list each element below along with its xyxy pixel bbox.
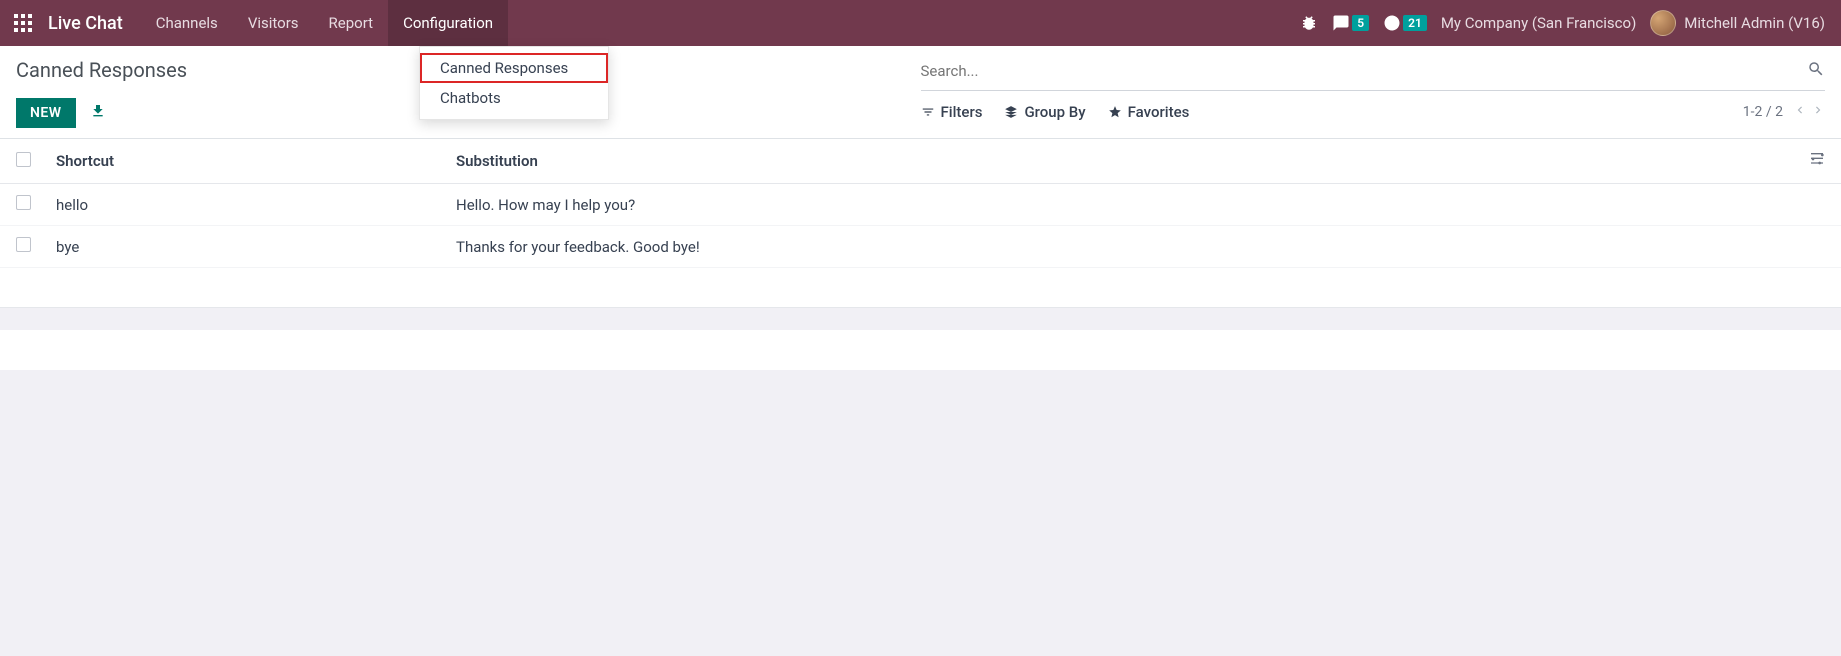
cell-shortcut: hello	[46, 184, 446, 226]
toolbar-row: Filters Group By Favorites 1-2 / 2	[921, 103, 1826, 121]
cell-shortcut: bye	[46, 226, 446, 268]
user-name: Mitchell Admin (V16)	[1684, 14, 1825, 32]
bottom-strip	[0, 330, 1841, 370]
list-table: Shortcut Substitution hello Hello. How m…	[0, 139, 1841, 268]
new-button[interactable]: NEW	[16, 98, 76, 128]
row-checkbox[interactable]	[16, 237, 31, 252]
col-header-substitution[interactable]: Substitution	[446, 139, 1795, 184]
filters-button[interactable]: Filters	[921, 103, 983, 121]
groupby-label: Group By	[1024, 103, 1085, 121]
table-row[interactable]: bye Thanks for your feedback. Good bye!	[0, 226, 1841, 268]
dropdown-item-chatbots[interactable]: Chatbots	[420, 83, 608, 113]
search-row	[921, 58, 1826, 91]
col-header-shortcut[interactable]: Shortcut	[46, 139, 446, 184]
nav-item-channels[interactable]: Channels	[141, 0, 233, 46]
table-row[interactable]: hello Hello. How may I help you?	[0, 184, 1841, 226]
pager-next-icon[interactable]	[1811, 103, 1825, 121]
cell-substitution: Hello. How may I help you?	[446, 184, 1795, 226]
activities-badge: 21	[1403, 15, 1427, 31]
favorites-label: Favorites	[1128, 103, 1190, 121]
row-checkbox[interactable]	[16, 195, 31, 210]
company-selector[interactable]: My Company (San Francisco)	[1441, 14, 1636, 32]
apps-icon[interactable]	[6, 6, 40, 40]
configuration-dropdown: Canned Responses Chatbots	[419, 46, 609, 120]
pager: 1-2 / 2	[1743, 103, 1825, 121]
messages-icon[interactable]: 5	[1332, 14, 1369, 32]
select-all-checkbox[interactable]	[16, 152, 31, 167]
avatar	[1650, 10, 1676, 36]
activities-icon[interactable]: 21	[1383, 14, 1427, 32]
search-input[interactable]	[921, 58, 1808, 84]
nav-items: Channels Visitors Report Configuration	[141, 0, 508, 46]
groupby-button[interactable]: Group By	[1004, 103, 1085, 121]
nav-item-report[interactable]: Report	[314, 0, 389, 46]
pager-prev-icon[interactable]	[1793, 103, 1807, 121]
main-navbar: Live Chat Channels Visitors Report Confi…	[0, 0, 1841, 46]
favorites-button[interactable]: Favorites	[1108, 103, 1190, 121]
control-panel: Canned Responses NEW Filters Group By	[0, 46, 1841, 139]
user-menu[interactable]: Mitchell Admin (V16)	[1650, 10, 1825, 36]
cell-substitution: Thanks for your feedback. Good bye!	[446, 226, 1795, 268]
table-footer	[0, 268, 1841, 308]
dropdown-item-canned-responses[interactable]: Canned Responses	[420, 53, 608, 83]
pager-text[interactable]: 1-2 / 2	[1743, 104, 1783, 120]
messages-badge: 5	[1352, 15, 1369, 31]
download-icon[interactable]	[90, 103, 106, 123]
search-icon[interactable]	[1807, 60, 1825, 82]
nav-right: 5 21 My Company (San Francisco) Mitchell…	[1300, 10, 1835, 36]
debug-icon[interactable]	[1300, 14, 1318, 32]
optional-columns-icon[interactable]	[1809, 153, 1825, 171]
nav-item-configuration[interactable]: Configuration	[388, 0, 508, 46]
app-brand[interactable]: Live Chat	[48, 13, 123, 34]
control-panel-right: Filters Group By Favorites 1-2 / 2	[921, 58, 1826, 128]
nav-item-visitors[interactable]: Visitors	[233, 0, 314, 46]
filters-label: Filters	[941, 103, 983, 121]
